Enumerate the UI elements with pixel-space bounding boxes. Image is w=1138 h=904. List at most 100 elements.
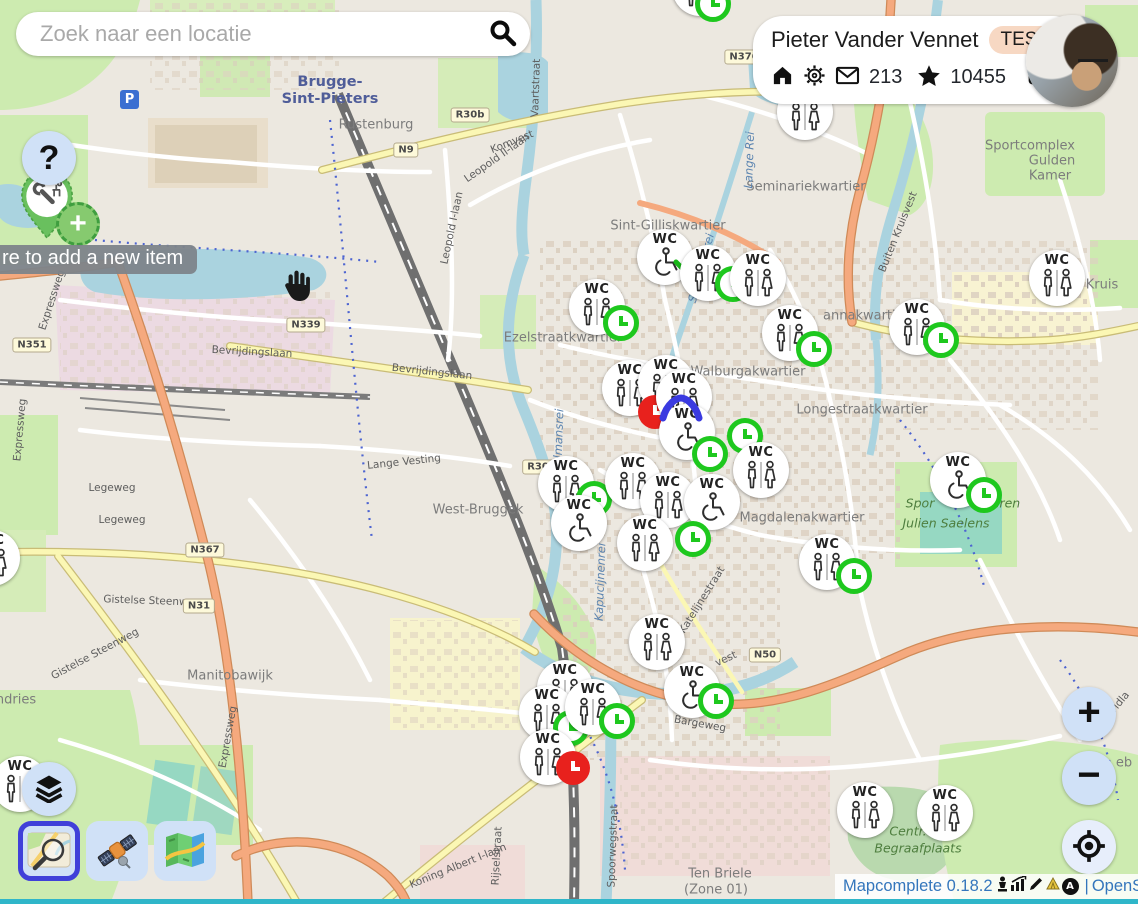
gear-icon: [803, 64, 826, 90]
opening-hours-badge: [675, 521, 711, 557]
wheelchair-toilet-icon: [697, 492, 727, 527]
settings-button[interactable]: [803, 64, 826, 90]
opening-hours-badge: [692, 436, 728, 472]
wc-label: WC: [778, 309, 803, 322]
folded-map-icon: [163, 829, 207, 874]
male-female-toilet-icon: [927, 803, 963, 838]
toilet-marker[interactable]: WC: [799, 534, 855, 590]
pan-hand-icon: [280, 268, 312, 307]
blue-arc-marker: [658, 394, 704, 422]
messages-button[interactable]: [835, 65, 860, 89]
wc-label: WC: [672, 373, 697, 386]
toilet-marker[interactable]: WC: [930, 452, 986, 508]
openstreetmap-link[interactable]: OpenStreetMap: [1092, 877, 1138, 896]
layers-button[interactable]: [22, 762, 76, 816]
toilet-marker[interactable]: WC: [551, 495, 607, 551]
toilet-marker[interactable]: WC: [684, 474, 740, 530]
wc-label: WC: [1045, 254, 1070, 267]
wc-label: WC: [536, 733, 561, 746]
add-item-plus-button[interactable]: +: [56, 202, 100, 246]
opening-hours-badge: [599, 703, 635, 739]
map-viewport[interactable]: Brugge-Sint-PietersRustenburgSint-Gillis…: [0, 0, 1138, 904]
stats-icon: [1010, 876, 1027, 897]
star-icon: [917, 64, 941, 90]
layers-icon: [34, 773, 64, 806]
help-button[interactable]: ?: [22, 131, 76, 185]
toilet-marker[interactable]: WC: [520, 729, 576, 785]
opening-hours-badge: [796, 331, 832, 367]
wc-label: WC: [567, 499, 592, 512]
opening-hours-badge: [836, 558, 872, 594]
geolocate-icon: [1072, 829, 1106, 866]
opening-hours-badge: [603, 305, 639, 341]
wc-label: WC: [585, 283, 610, 296]
toilet-marker[interactable]: WC: [629, 614, 685, 670]
opening-hours-badge: [698, 683, 734, 719]
toilet-marker[interactable]: WC: [664, 662, 720, 718]
male-female-toilet-icon: [0, 548, 10, 583]
wc-label: WC: [696, 249, 721, 262]
male-female-toilet-icon: [743, 460, 779, 495]
toilet-marker[interactable]: WC: [680, 245, 736, 301]
zoom-out-button[interactable]: −: [1062, 751, 1116, 805]
opening-hours-badge: [966, 477, 1002, 513]
geolocate-button[interactable]: [1062, 820, 1116, 874]
attribution-bar: Mapcomplete 0.18.2 A | OpenStreetMap: [835, 874, 1138, 899]
wc-label: WC: [0, 534, 4, 547]
male-female-toilet-icon: [787, 102, 823, 137]
changesets-button[interactable]: [917, 64, 941, 90]
home-icon: [771, 64, 794, 90]
circle-a-icon: A: [1062, 878, 1079, 895]
wc-label: WC: [633, 519, 658, 532]
changesets-count: 10455: [950, 66, 1006, 89]
opening-hours-badge: [923, 322, 959, 358]
user-avatar[interactable]: [1026, 15, 1118, 107]
toilet-marker[interactable]: WC: [917, 785, 973, 841]
wc-label: WC: [680, 666, 705, 679]
search-input[interactable]: [38, 20, 476, 48]
closed-hours-badge: [556, 751, 590, 785]
toilet-marker[interactable]: WC: [565, 679, 621, 735]
wc-label: WC: [581, 683, 606, 696]
background-option-map[interactable]: [154, 821, 216, 881]
wc-label: WC: [946, 456, 971, 469]
toilet-marker[interactable]: WC: [617, 515, 673, 571]
wc-label: WC: [653, 233, 678, 246]
toilet-marker[interactable]: WC: [569, 279, 625, 335]
toilet-marker[interactable]: WC: [733, 442, 789, 498]
search-bar[interactable]: [16, 12, 530, 56]
attribution-icons: A: [996, 876, 1079, 897]
wc-label: WC: [554, 460, 579, 473]
pencil-icon: [1028, 876, 1044, 897]
toilet-marker[interactable]: WC: [762, 305, 818, 361]
toilet-marker[interactable]: WC: [730, 250, 786, 306]
statue-icon: [996, 876, 1009, 897]
wc-label: WC: [553, 664, 578, 677]
search-icon: [488, 18, 518, 51]
wc-label: WC: [749, 446, 774, 459]
wc-label: WC: [621, 457, 646, 470]
male-female-toilet-icon: [639, 632, 675, 667]
attribution-separator: |: [1085, 877, 1089, 896]
bottom-teal-bar: [0, 899, 1138, 904]
parking-icon: P: [120, 90, 139, 109]
toilet-marker[interactable]: WC: [837, 782, 893, 838]
background-option-satellite[interactable]: [86, 821, 148, 881]
wc-label: WC: [700, 478, 725, 491]
search-button[interactable]: [476, 12, 530, 56]
background-option-osm[interactable]: [18, 821, 80, 881]
toilet-marker[interactable]: WC: [889, 299, 945, 355]
mapcomplete-version-link[interactable]: Mapcomplete 0.18.2: [843, 877, 993, 896]
satellite-icon: [94, 828, 140, 875]
toilet-marker[interactable]: WC: [1029, 250, 1085, 306]
user-name[interactable]: Pieter Vander Vennet: [771, 27, 979, 53]
male-female-toilet-icon: [847, 800, 883, 835]
wc-label: WC: [933, 789, 958, 802]
zoom-in-button[interactable]: +: [1062, 687, 1116, 741]
home-button[interactable]: [771, 64, 794, 90]
wc-label: WC: [535, 689, 560, 702]
wheelchair-toilet-icon: [564, 513, 594, 548]
add-item-tooltip: re to add a new item: [0, 245, 197, 274]
background-layer-picker: [18, 821, 216, 881]
wc-label: WC: [656, 476, 681, 489]
